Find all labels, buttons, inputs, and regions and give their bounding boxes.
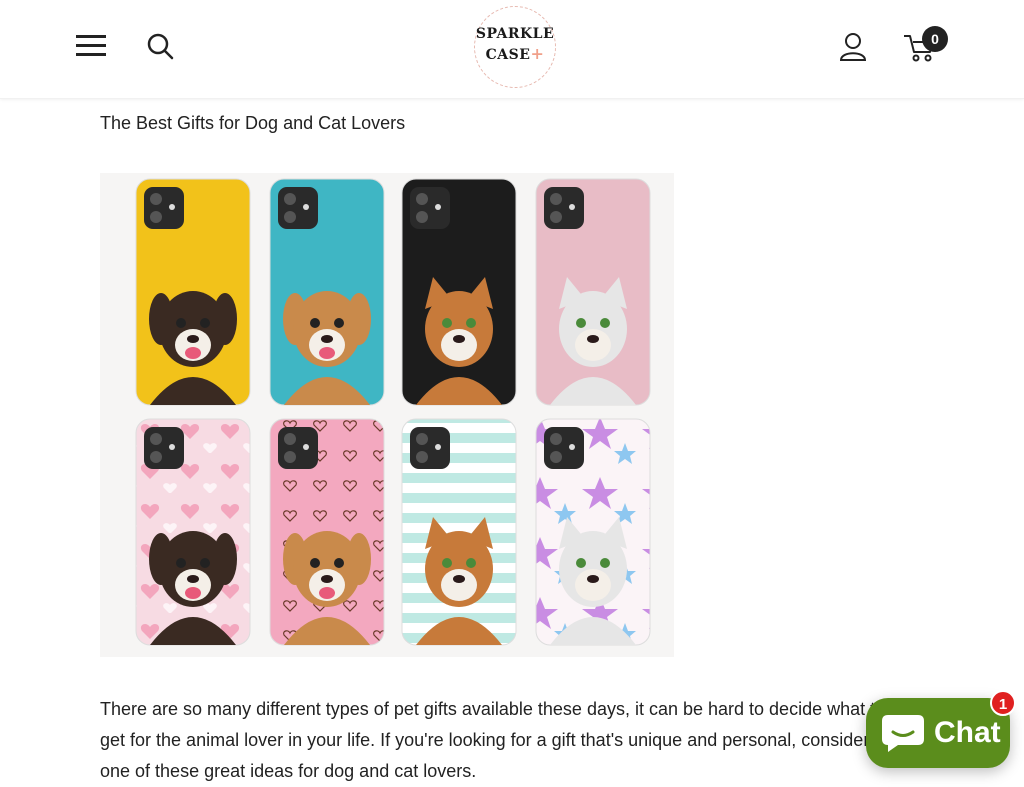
article-body-text: There are so many different types of pet… xyxy=(100,699,886,781)
chat-button[interactable]: Chat xyxy=(866,698,1010,768)
chat-unread-badge: 1 xyxy=(990,690,1016,716)
phone-case xyxy=(269,418,385,646)
site-logo[interactable]: SPARKLE CASE+ xyxy=(474,6,556,88)
chat-button-label: Chat xyxy=(934,716,1001,749)
chat-bubble-icon xyxy=(882,715,924,752)
phone-case xyxy=(535,418,651,646)
article-title: The Best Gifts for Dog and Cat Lovers xyxy=(100,113,406,133)
logo-text-top: SPARKLE xyxy=(475,26,555,42)
hamburger-menu-icon[interactable] xyxy=(74,30,108,60)
phone-case xyxy=(401,418,517,646)
logo-text-bottom: CASE+ xyxy=(485,44,545,63)
logo-plus-mark: + xyxy=(530,44,545,63)
phone-case xyxy=(269,178,385,406)
cart-count-badge: 0 xyxy=(922,26,948,52)
phone-case xyxy=(135,418,251,646)
phone-case xyxy=(401,178,517,406)
user-account-icon[interactable] xyxy=(838,32,868,62)
hero-image-phone-cases xyxy=(100,173,674,657)
search-icon[interactable] xyxy=(146,32,174,60)
phone-case xyxy=(535,178,651,406)
phone-case xyxy=(135,178,251,406)
site-header: SPARKLE CASE+ 0 xyxy=(0,0,1024,99)
